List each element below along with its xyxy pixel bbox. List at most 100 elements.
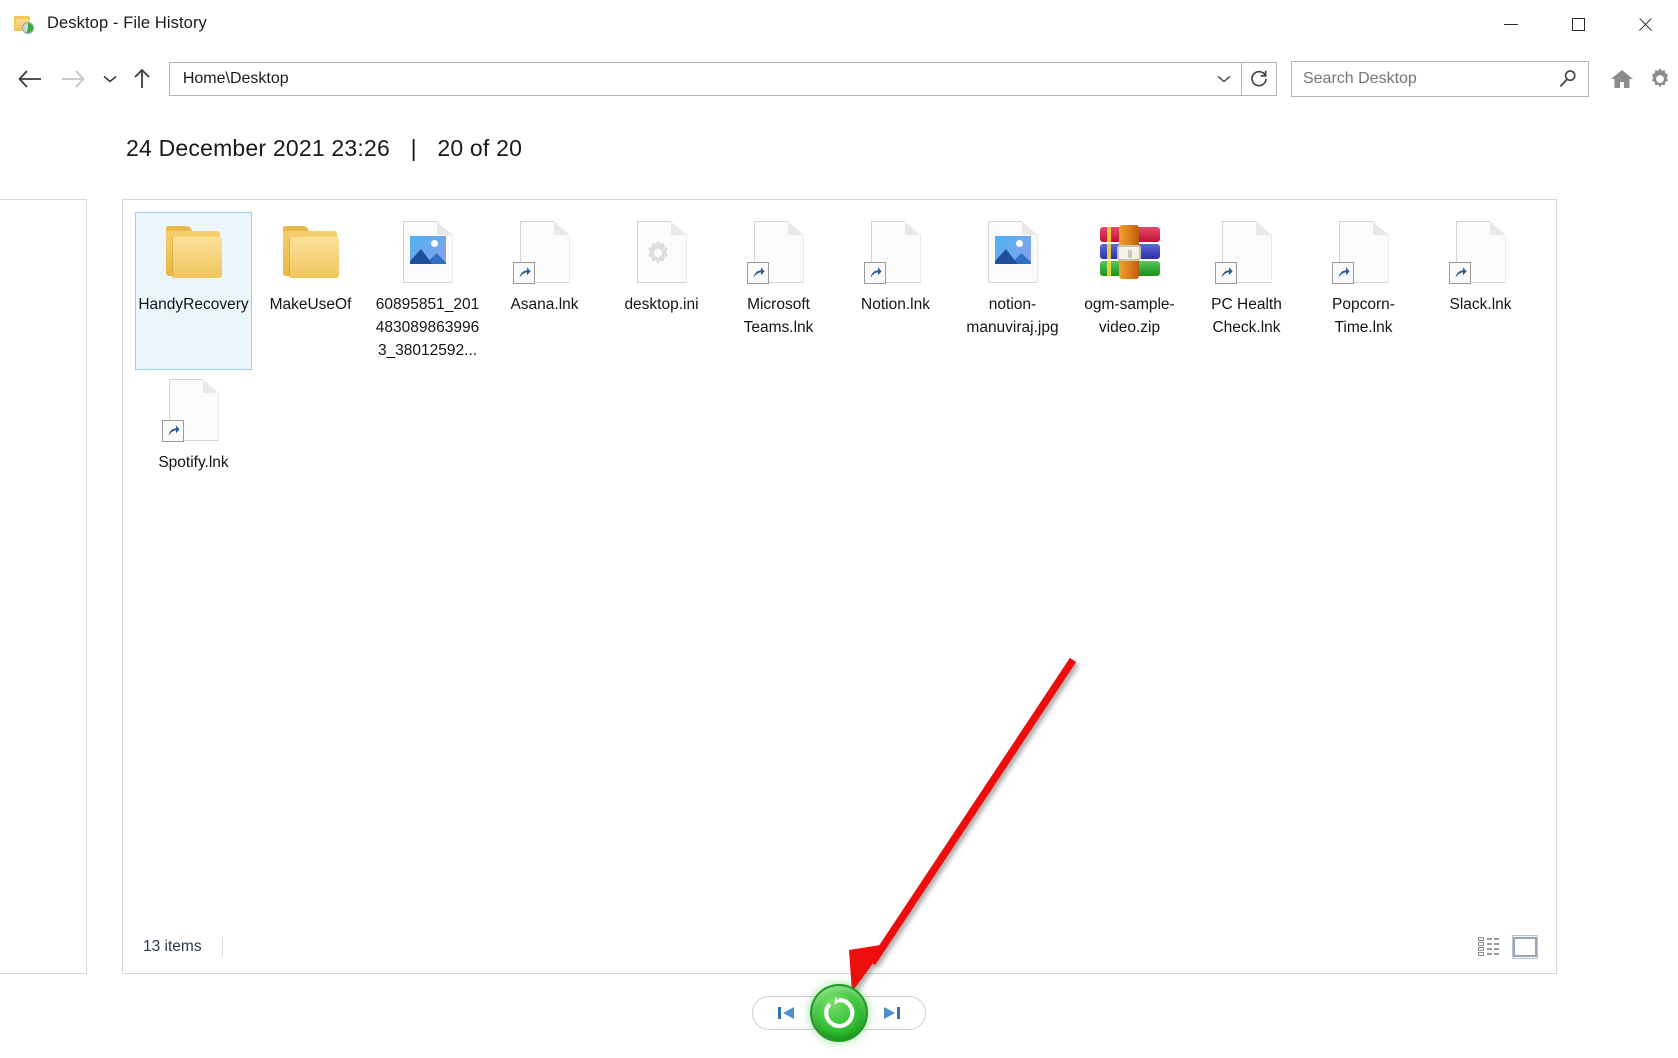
close-button[interactable] bbox=[1611, 0, 1678, 47]
file-item[interactable]: desktop.ini bbox=[603, 212, 720, 370]
address-path-text: Home\Desktop bbox=[182, 70, 289, 87]
ini-file-icon bbox=[636, 221, 687, 283]
folder-history-icon bbox=[14, 14, 36, 34]
file-icon-wrapper bbox=[981, 218, 1045, 286]
settings-button[interactable] bbox=[1642, 59, 1678, 99]
file-item[interactable]: Notion.lnk bbox=[837, 212, 954, 370]
file-item[interactable]: Slack.lnk bbox=[1422, 212, 1539, 370]
recent-locations-button[interactable] bbox=[95, 57, 125, 101]
file-item[interactable]: Popcorn-Time.lnk bbox=[1305, 212, 1422, 370]
version-header: 24 December 2021 23:26 | 20 of 20 bbox=[126, 135, 522, 162]
arrow-up-icon bbox=[134, 68, 150, 88]
file-icon-wrapper bbox=[863, 218, 928, 286]
chevron-down-icon bbox=[1217, 75, 1231, 83]
file-item[interactable]: Microsoft Teams.lnk bbox=[720, 212, 837, 370]
address-dropdown-button[interactable] bbox=[1207, 63, 1241, 95]
file-name-label: Popcorn-Time.lnk bbox=[1332, 296, 1395, 336]
forward-button[interactable] bbox=[52, 57, 96, 101]
file-icon-wrapper bbox=[1214, 218, 1279, 286]
file-icon-wrapper bbox=[279, 218, 343, 286]
view-mode-buttons bbox=[1476, 935, 1538, 959]
shortcut-file-icon bbox=[512, 221, 570, 284]
image-file-icon bbox=[987, 221, 1038, 283]
navigation-bar: Home\Desktop bbox=[0, 55, 1678, 103]
file-icon-wrapper bbox=[630, 218, 694, 286]
maximize-icon bbox=[1571, 17, 1585, 31]
title-bar: Desktop - File History bbox=[0, 0, 1678, 47]
shortcut-overlay-icon bbox=[863, 262, 886, 284]
search-button[interactable] bbox=[1548, 62, 1588, 96]
arrow-left-icon bbox=[18, 70, 41, 88]
version-timestamp: 24 December 2021 23:26 bbox=[126, 135, 390, 161]
shortcut-overlay-icon bbox=[1214, 262, 1237, 284]
refresh-button[interactable] bbox=[1241, 62, 1277, 96]
caption-buttons bbox=[1477, 0, 1678, 47]
next-version-icon bbox=[884, 1007, 900, 1019]
shortcut-overlay-icon bbox=[1331, 262, 1354, 284]
back-button[interactable] bbox=[8, 57, 52, 101]
details-view-button[interactable] bbox=[1476, 935, 1502, 959]
file-history-window: Desktop - File History Home\Desktop Sear… bbox=[0, 0, 1678, 1058]
window-title: Desktop - File History bbox=[47, 14, 207, 32]
file-item[interactable]: Asana.lnk bbox=[486, 212, 603, 370]
restore-circular-arrow-icon bbox=[824, 997, 855, 1029]
file-icon-wrapper bbox=[396, 218, 460, 286]
file-name-label: Spotify.lnk bbox=[158, 454, 229, 471]
file-item[interactable]: HandyRecovery bbox=[135, 212, 252, 370]
shortcut-file-icon bbox=[1214, 221, 1272, 284]
search-input[interactable] bbox=[1291, 70, 1548, 88]
file-name-label: 60895851_2014830898639963_38012592... bbox=[375, 296, 480, 359]
chevron-down-icon bbox=[103, 75, 117, 83]
status-bar: 13 items bbox=[123, 921, 1556, 973]
folder-icon bbox=[281, 226, 341, 278]
file-icon-wrapper bbox=[1448, 218, 1513, 286]
file-item[interactable]: MakeUseOf bbox=[252, 212, 369, 370]
shortcut-file-icon bbox=[863, 221, 921, 284]
file-icon-wrapper bbox=[1098, 218, 1162, 286]
next-version-button[interactable] bbox=[858, 996, 926, 1030]
gear-icon bbox=[1651, 67, 1669, 88]
minimize-button[interactable] bbox=[1477, 0, 1544, 47]
search-box[interactable] bbox=[1290, 61, 1589, 97]
file-name-label: Notion.lnk bbox=[861, 296, 930, 313]
file-name-label: ogm-sample-video.zip bbox=[1084, 296, 1175, 336]
arrow-right-icon bbox=[62, 70, 86, 88]
file-icon-wrapper bbox=[746, 218, 811, 286]
left-panel-stub bbox=[0, 199, 87, 974]
large-icons-view-button[interactable] bbox=[1512, 935, 1538, 959]
file-name-label: notion-manuviraj.jpg bbox=[966, 296, 1059, 336]
shortcut-overlay-icon bbox=[746, 262, 769, 284]
home-icon bbox=[1611, 70, 1634, 88]
image-file-icon bbox=[402, 221, 453, 283]
file-name-label: desktop.ini bbox=[624, 296, 699, 313]
file-item[interactable]: notion-manuviraj.jpg bbox=[954, 212, 1071, 370]
shortcut-file-icon bbox=[1331, 221, 1389, 284]
file-name-label: Microsoft Teams.lnk bbox=[743, 296, 814, 336]
search-icon bbox=[1559, 70, 1576, 88]
shortcut-file-icon bbox=[746, 221, 804, 284]
title-bar-left: Desktop - File History bbox=[0, 14, 207, 34]
zip-archive-icon bbox=[1099, 225, 1161, 279]
file-item[interactable]: Spotify.lnk bbox=[135, 370, 252, 482]
file-icon-wrapper bbox=[162, 218, 226, 286]
status-divider bbox=[221, 937, 223, 957]
minimize-icon bbox=[1503, 17, 1518, 31]
shortcut-overlay-icon bbox=[161, 420, 184, 442]
home-button[interactable] bbox=[1605, 59, 1641, 99]
shortcut-overlay-icon bbox=[512, 262, 535, 284]
version-separator: | bbox=[410, 135, 417, 161]
details-view-icon bbox=[1478, 937, 1500, 957]
refresh-icon bbox=[1251, 70, 1267, 87]
shortcut-overlay-icon bbox=[1448, 262, 1471, 284]
version-counter: 20 of 20 bbox=[437, 135, 523, 161]
restore-button[interactable] bbox=[810, 984, 868, 1042]
file-name-label: Slack.lnk bbox=[1449, 296, 1512, 313]
file-item[interactable]: 60895851_2014830898639963_38012592... bbox=[369, 212, 486, 370]
file-item[interactable]: PC Health Check.lnk bbox=[1188, 212, 1305, 370]
file-list-pane[interactable]: HandyRecovery MakeUseOf 60895851_201483089… bbox=[122, 199, 1557, 974]
file-name-label: PC Health Check.lnk bbox=[1211, 296, 1282, 336]
maximize-button[interactable] bbox=[1544, 0, 1611, 47]
up-button[interactable] bbox=[125, 57, 159, 101]
address-bar[interactable]: Home\Desktop bbox=[168, 62, 1243, 96]
file-item[interactable]: ogm-sample-video.zip bbox=[1071, 212, 1188, 370]
